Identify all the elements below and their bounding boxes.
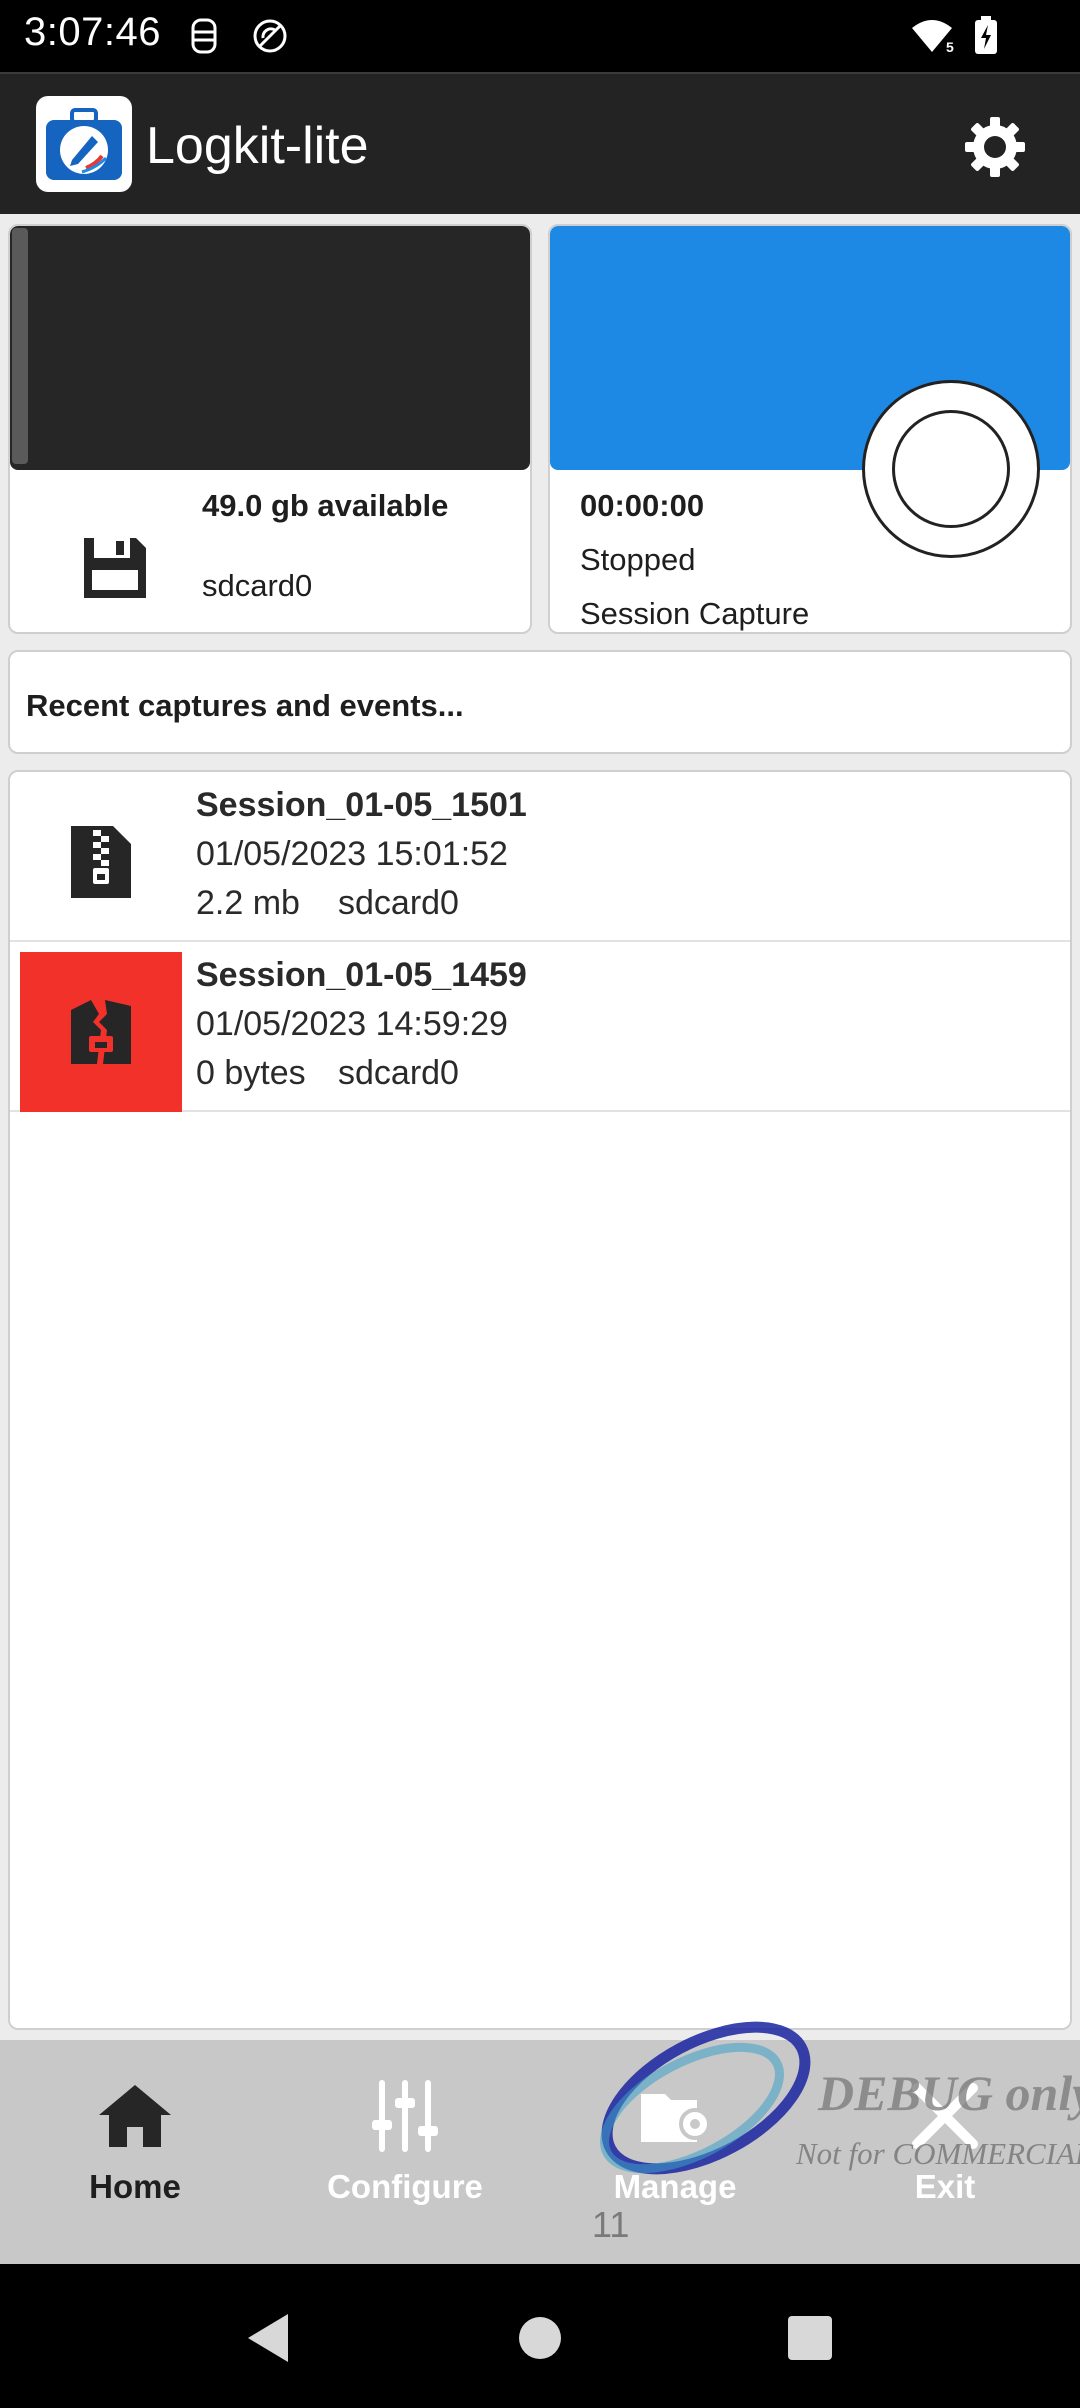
storage-graph <box>10 226 530 470</box>
recent-header-text: Recent captures and events... <box>26 688 464 723</box>
svg-text:5: 5 <box>946 39 954 54</box>
recent-header: Recent captures and events... <box>8 650 1072 754</box>
item-size: 2.2 mb <box>196 884 300 922</box>
recents-square-icon <box>788 2316 832 2360</box>
item-date: 01/05/2023 15:01:52 <box>196 835 508 873</box>
storage-available: 49.0 gb available <box>202 488 449 523</box>
home-icon <box>95 2076 175 2156</box>
bottom-navigation: Home Configure Manage Exit 11 <box>0 2040 1080 2264</box>
storage-device: sdcard0 <box>202 568 313 603</box>
system-navigation-bar <box>0 2264 1080 2408</box>
nav-home[interactable]: Home <box>0 2040 270 2264</box>
record-button[interactable] <box>862 380 1040 558</box>
main-content: 49.0 gb available sdcard0 00:00:00 Stopp… <box>0 214 1080 2040</box>
settings-button[interactable] <box>960 112 1030 182</box>
broken-zip-file-icon <box>20 952 182 1112</box>
nav-home-label: Home <box>89 2168 181 2205</box>
status-bar: 3:07:46 5 <box>0 0 1080 72</box>
nav-manage[interactable]: Manage <box>540 2040 810 2264</box>
item-device: sdcard0 <box>338 1054 459 1092</box>
wifi-icon: 5 <box>908 16 958 56</box>
list-item[interactable]: Session_01-05_1459 01/05/2023 14:59:29 0… <box>10 942 1070 1112</box>
back-button[interactable] <box>238 2308 298 2368</box>
home-system-button[interactable] <box>510 2308 570 2368</box>
close-icon <box>905 2076 985 2156</box>
item-name: Session_01-05_1459 <box>196 956 527 994</box>
item-date: 01/05/2023 14:59:29 <box>196 1005 508 1043</box>
nav-configure[interactable]: Configure <box>270 2040 540 2264</box>
recent-list: Session_01-05_1501 01/05/2023 15:01:52 2… <box>8 770 1072 2030</box>
gear-icon <box>965 117 1025 177</box>
sliders-icon <box>365 2076 445 2156</box>
nav-exit[interactable]: Exit <box>810 2040 1080 2264</box>
floppy-disk-icon <box>72 526 156 610</box>
folder-gear-icon <box>635 2076 715 2156</box>
home-circle-icon <box>519 2317 561 2359</box>
back-triangle-icon <box>248 2314 288 2362</box>
app-title: Logkit-lite <box>146 117 369 175</box>
zip-file-icon <box>20 782 182 942</box>
recents-button[interactable] <box>780 2308 840 2368</box>
capture-status: Stopped <box>580 542 696 577</box>
storage-card[interactable]: 49.0 gb available sdcard0 <box>8 224 532 634</box>
record-inner-circle <box>892 410 1010 528</box>
item-name: Session_01-05_1501 <box>196 786 527 824</box>
item-device: sdcard0 <box>338 884 459 922</box>
item-size: 0 bytes <box>196 1054 306 1092</box>
capture-elapsed-time: 00:00:00 <box>580 488 705 523</box>
battery-charging-icon <box>966 16 1006 56</box>
capture-label: Session Capture <box>580 596 810 631</box>
no-sync-icon <box>250 16 290 56</box>
device-icon <box>184 16 224 56</box>
nav-manage-label: Manage <box>613 2168 737 2205</box>
list-item[interactable]: Session_01-05_1501 01/05/2023 15:01:52 2… <box>10 772 1070 942</box>
nav-exit-label: Exit <box>914 2168 976 2205</box>
storage-usage-bar <box>12 228 28 464</box>
app-bar: Logkit-lite <box>0 72 1080 214</box>
page-indicator: 11 <box>592 2204 630 2245</box>
status-time: 3:07:46 <box>24 10 161 54</box>
app-logo-icon <box>36 96 132 192</box>
nav-configure-label: Configure <box>327 2168 483 2205</box>
